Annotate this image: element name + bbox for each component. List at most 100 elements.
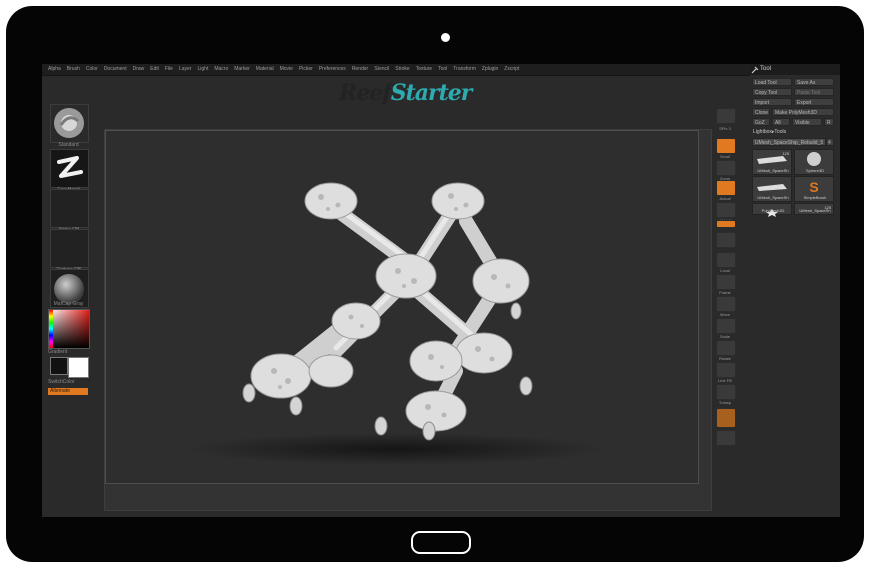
solo-button[interactable]	[716, 430, 736, 446]
scroll-button[interactable]	[716, 138, 736, 154]
polyf-button[interactable]	[716, 362, 736, 378]
local-button[interactable]	[716, 252, 736, 268]
current-tool-name[interactable]: UMesh_SpaceShip_Rebuild_5	[752, 138, 826, 146]
move-button[interactable]	[716, 296, 736, 312]
tool-palette-title: Tool	[760, 66, 772, 72]
menu-item-draw[interactable]: Draw	[133, 65, 145, 74]
menu-item-stencil[interactable]: Stencil	[374, 65, 389, 74]
menu-item-texture[interactable]: Texture	[416, 65, 432, 74]
subtool-label-1: UMesh_SpaceSh	[757, 168, 789, 173]
subtool-thumb-5[interactable]: PolyMesh3D	[752, 203, 792, 217]
menu-item-macro[interactable]: Macro	[214, 65, 228, 74]
menu-item-document[interactable]: Document	[104, 65, 127, 74]
simplebrush-s-icon: S	[809, 179, 818, 195]
ghost-button[interactable]	[716, 408, 736, 428]
scroll-label: Scroll	[719, 154, 730, 159]
menu-item-edit[interactable]: Edit	[150, 65, 159, 74]
brush-selector[interactable]	[50, 104, 89, 143]
move-label: Move	[720, 312, 730, 317]
frame-button[interactable]	[716, 274, 736, 290]
clone-button[interactable]: Clone	[752, 108, 770, 116]
rotate-label: Rotate	[719, 356, 731, 361]
zoom-button[interactable]	[716, 160, 736, 176]
brush-label: Standard	[58, 142, 79, 148]
menu-bar: Alpha Brush Color Document Draw Edit File Layer…	[42, 64, 840, 76]
stroke-selector[interactable]	[50, 149, 89, 188]
subtool-count-1: 125	[782, 151, 789, 156]
menu-item-picker[interactable]: Picker	[299, 65, 313, 74]
subtool-label-6: UMesh_SpaceSh	[799, 208, 831, 213]
persp-button[interactable]	[716, 220, 736, 228]
r-button[interactable]: R	[824, 118, 834, 126]
menu-item-alpha[interactable]: Alpha	[48, 65, 61, 74]
make-polymesh-button[interactable]: Make PolyMesh3D	[772, 108, 834, 116]
paste-tool-button[interactable]: Paste Tool	[794, 88, 834, 96]
menu-item-zscript[interactable]: Zscript	[504, 65, 519, 74]
menu-item-preferences[interactable]: Preferences	[319, 65, 346, 74]
viewport-canvas[interactable]	[105, 130, 699, 484]
goz-button[interactable]: GoZ	[752, 118, 770, 126]
tablet-frame: Alpha Brush Color Document Draw Edit File Layer…	[6, 6, 864, 562]
subtool-label-2: Sphere3D	[805, 168, 824, 173]
import-button[interactable]: Import	[752, 98, 792, 106]
menu-item-file[interactable]: File	[165, 65, 173, 74]
hue-strip[interactable]	[49, 310, 53, 348]
home-button[interactable]	[411, 531, 471, 554]
save-as-button[interactable]: Save As	[794, 78, 834, 86]
menu-item-render[interactable]: Render	[352, 65, 368, 74]
actual-button[interactable]	[716, 180, 736, 196]
tool-wrench-icon	[751, 66, 759, 74]
primary-color-swatch[interactable]	[50, 357, 68, 375]
transp-button[interactable]	[716, 384, 736, 400]
menu-item-light[interactable]: Light	[197, 65, 208, 74]
secondary-color-swatch[interactable]	[68, 357, 89, 378]
subtool-label-4: SimpleBrush	[803, 195, 827, 200]
load-tool-button[interactable]: Load Tool	[752, 78, 792, 86]
spix-label[interactable]: SPix 3	[714, 126, 736, 131]
menu-item-movie[interactable]: Movie	[280, 65, 293, 74]
visible-button[interactable]: Visible	[792, 118, 822, 126]
tool-palette: Tool Load Tool Save As Copy Tool Paste T…	[750, 65, 840, 217]
subtool-label-5: PolyMesh3D	[761, 208, 785, 213]
bpr-button[interactable]	[716, 108, 736, 124]
scale-button[interactable]	[716, 318, 736, 334]
material-label: MatCap Gray	[53, 301, 84, 307]
subtool-thumb-4[interactable]: S SimpleBrush	[794, 176, 834, 202]
subtool-thumb-6[interactable]: 125 UMesh_SpaceSh	[794, 203, 834, 215]
floor-button[interactable]	[716, 232, 736, 248]
menu-item-transform[interactable]: Transform	[453, 65, 476, 74]
subtool-thumb-1[interactable]: 125 UMesh_SpaceSh	[752, 149, 792, 175]
menu-items: Alpha Brush Color Document Draw Edit File Layer…	[48, 65, 519, 74]
menu-item-tool[interactable]: Tool	[438, 65, 447, 74]
lightbox-tools-link[interactable]: Lightbox▸Tools	[753, 129, 786, 135]
freehand-stroke-icon	[57, 156, 83, 178]
export-button[interactable]: Export	[794, 98, 834, 106]
logo-part-starter: Starter	[390, 80, 473, 106]
menu-item-marker[interactable]: Marker	[234, 65, 250, 74]
menu-item-layer[interactable]: Layer	[179, 65, 192, 74]
logo-part-reef: Reef	[339, 80, 392, 106]
right-shelf: SPix 3 Scroll Zoom Actual AAHalf Local F…	[714, 104, 736, 446]
menu-item-color[interactable]: Color	[86, 65, 98, 74]
aahalf-button[interactable]	[716, 202, 736, 218]
menu-item-brush[interactable]: Brush	[67, 65, 80, 74]
alpha-selector[interactable]	[50, 189, 89, 228]
menu-item-stroke[interactable]: Stroke	[395, 65, 409, 74]
subtool-thumb-2[interactable]: Sphere3D	[794, 149, 834, 175]
color-picker[interactable]	[48, 309, 90, 349]
switchcolor-label[interactable]: SwitchColor	[48, 379, 93, 385]
current-tool-count: 4	[826, 138, 834, 146]
menu-item-zplugin[interactable]: Zplugin	[482, 65, 498, 74]
reefstarter-logo: ReefStarter	[339, 80, 473, 106]
all-button[interactable]: All	[772, 118, 790, 126]
copy-tool-button[interactable]: Copy Tool	[752, 88, 792, 96]
texture-selector[interactable]	[50, 229, 89, 268]
subtool-label-3: UMesh_SpaceSh	[757, 195, 789, 200]
rotate-button[interactable]	[716, 340, 736, 356]
alternate-button[interactable]: Alternate	[48, 388, 88, 395]
subtool-thumb-3[interactable]: UMesh_SpaceSh	[752, 176, 792, 202]
tool-palette-header[interactable]: Tool	[750, 65, 840, 75]
frame-label: Frame	[719, 290, 731, 295]
menu-item-material[interactable]: Material	[256, 65, 274, 74]
zbrush-screen: Alpha Brush Color Document Draw Edit File Layer…	[42, 64, 840, 517]
